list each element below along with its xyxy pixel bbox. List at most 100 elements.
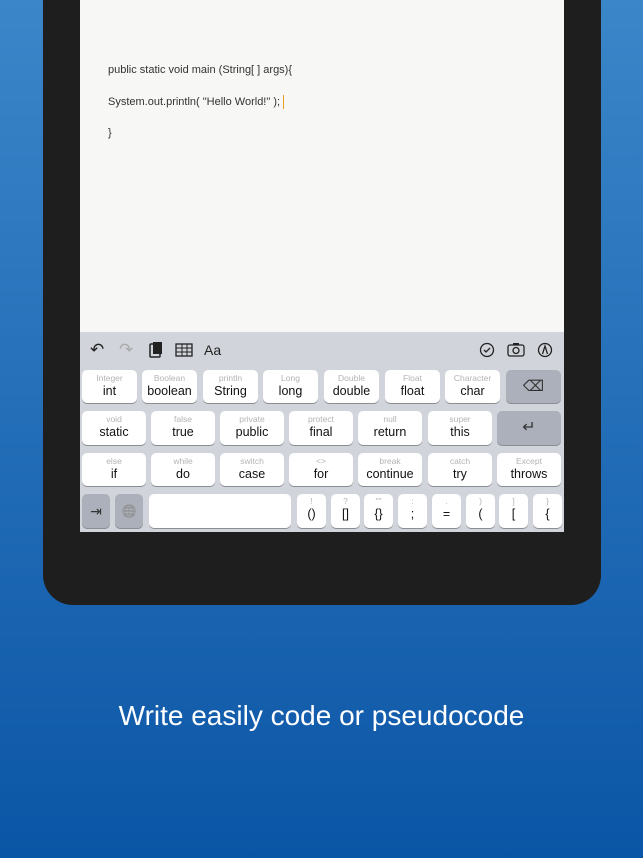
key-secondary-label: protect bbox=[308, 414, 334, 424]
key-keyboard-row2-0-m[interactable]: void static bbox=[82, 411, 146, 445]
key-secondary-label: break bbox=[379, 456, 401, 466]
key-keyboard-row1-0-m[interactable]: Integer int bbox=[82, 370, 137, 403]
key-label: boolean bbox=[147, 384, 192, 398]
key-keyboard-row3-3-m[interactable]: <> for bbox=[289, 453, 353, 486]
key-keyboard-row4-2-m[interactable]: ""{} bbox=[364, 494, 393, 528]
key-secondary-label: while bbox=[173, 456, 193, 466]
key-secondary-label: "" bbox=[375, 496, 382, 506]
key-keyboard-row3-2-m[interactable]: switch case bbox=[220, 453, 284, 486]
key-label: true bbox=[172, 425, 194, 439]
key-keyboard-row4-6-m[interactable]: ][ bbox=[499, 494, 528, 528]
key-secondary-label: <> bbox=[316, 456, 326, 466]
key-label: ( bbox=[478, 507, 483, 521]
key-secondary-label: void bbox=[106, 414, 122, 424]
key-keyboard-row3-6-m[interactable]: Except throws bbox=[497, 453, 561, 486]
code-editor[interactable]: public static void main (String[ ] args)… bbox=[80, 0, 564, 332]
key-keyboard-row4-0-m[interactable]: !() bbox=[297, 494, 326, 528]
key-secondary-label: Character bbox=[453, 373, 492, 383]
key-keyboard-row3-4-m[interactable]: break continue bbox=[358, 453, 422, 486]
key-label: this bbox=[450, 425, 470, 439]
backspace-icon: ⌫ bbox=[522, 378, 545, 395]
redo-icon[interactable]: ↷ bbox=[119, 340, 133, 360]
key-keyboard-row2-1-m[interactable]: false true bbox=[151, 411, 215, 445]
key-label: if bbox=[110, 467, 118, 481]
table-icon[interactable] bbox=[175, 340, 193, 360]
key-label: {} bbox=[374, 507, 383, 521]
key-keyboard-row1-1-m[interactable]: Boolean boolean bbox=[142, 370, 197, 403]
key-secondary-label: Except bbox=[516, 456, 542, 466]
key-label: public bbox=[235, 425, 269, 439]
key-secondary-label: Double bbox=[338, 373, 365, 383]
key-keyboard-row3-0-m[interactable]: else if bbox=[82, 453, 146, 486]
key-secondary-label: println bbox=[218, 373, 243, 383]
font-button[interactable]: Aa bbox=[204, 340, 221, 360]
key-label: static bbox=[99, 425, 129, 439]
key-label: float bbox=[400, 384, 425, 398]
globe-key[interactable]: 🌐 bbox=[115, 494, 143, 528]
camera-icon[interactable] bbox=[507, 340, 525, 360]
key-keyboard-row3-5-m[interactable]: catch try bbox=[428, 453, 492, 486]
key-label: double bbox=[332, 384, 371, 398]
key-secondary-label: super bbox=[449, 414, 471, 424]
caption: Write easily code or pseudocode bbox=[118, 700, 525, 731]
key-label: [] bbox=[342, 507, 349, 521]
key-secondary-label: switch bbox=[240, 456, 264, 466]
checkmark-circle-icon[interactable] bbox=[479, 340, 495, 360]
key-keyboard-row1-4-m[interactable]: Double double bbox=[324, 370, 379, 403]
key-label: case bbox=[238, 467, 266, 481]
key-label: do bbox=[176, 467, 190, 481]
key-label: () bbox=[307, 507, 316, 521]
key-label: String bbox=[214, 384, 247, 398]
key-keyboard-row4-5-m[interactable]: )( bbox=[466, 494, 495, 528]
key-keyboard-row4-4-m[interactable]: . = bbox=[432, 494, 461, 528]
key-secondary-label: : bbox=[411, 496, 414, 506]
markup-pen-icon[interactable] bbox=[537, 340, 553, 360]
key-keyboard-row2-4-m[interactable]: null return bbox=[358, 411, 422, 445]
code-line-text: System.out.println( "Hello World!" ); bbox=[108, 95, 281, 108]
key-secondary-label: Float bbox=[403, 373, 422, 383]
return-icon: ↵ bbox=[522, 419, 536, 436]
key-keyboard-row1-5-m[interactable]: Float float bbox=[385, 370, 440, 403]
tab-icon: ⇥ bbox=[90, 503, 102, 519]
key-secondary-label: catch bbox=[449, 456, 471, 466]
key-label: return bbox=[373, 425, 407, 439]
key-label: ; bbox=[410, 507, 415, 521]
key-secondary-label: ] bbox=[512, 496, 515, 506]
clipboard-icon[interactable] bbox=[148, 340, 164, 360]
key-secondary-label: private bbox=[239, 414, 265, 424]
key-label: throws bbox=[510, 467, 548, 481]
key-secondary-label: . bbox=[445, 496, 448, 506]
key-secondary-label: Long bbox=[281, 373, 300, 383]
key-label: try bbox=[453, 467, 467, 481]
tab-key[interactable]: ⇥ bbox=[82, 494, 110, 528]
key-label: long bbox=[278, 384, 303, 398]
key-keyboard-row2-5-m[interactable]: super this bbox=[428, 411, 492, 445]
key-label: final bbox=[309, 425, 333, 439]
return-key[interactable]: ↵ bbox=[497, 411, 561, 445]
key-label: char bbox=[460, 384, 485, 398]
key-keyboard-row4-3-m[interactable]: :; bbox=[398, 494, 427, 528]
undo-icon[interactable]: ↶ bbox=[90, 340, 104, 360]
code-line: } bbox=[108, 127, 112, 139]
key-keyboard-row4-7-m[interactable]: }{ bbox=[533, 494, 562, 528]
key-secondary-label: } bbox=[546, 496, 549, 506]
key-keyboard-row2-3-m[interactable]: protect final bbox=[289, 411, 353, 445]
key-keyboard-row1-6-m[interactable]: Character char bbox=[445, 370, 500, 403]
key-keyboard-row4-1-m[interactable]: ?[] bbox=[331, 494, 360, 528]
key-keyboard-row1-3-m[interactable]: Long long bbox=[263, 370, 318, 403]
key-secondary-label: Boolean bbox=[153, 373, 186, 383]
key-keyboard-row1-2-m[interactable]: println String bbox=[203, 370, 258, 403]
key-secondary-label: Integer bbox=[96, 373, 123, 383]
key-label: [ bbox=[511, 507, 516, 521]
app-screen: public static void main (String[ ] args)… bbox=[80, 0, 564, 532]
key-keyboard-row3-1-m[interactable]: while do bbox=[151, 453, 215, 486]
key-secondary-label: ) bbox=[479, 496, 482, 506]
backspace-key[interactable]: ⌫ bbox=[506, 370, 561, 403]
space-key[interactable] bbox=[149, 494, 291, 528]
key-label: int bbox=[102, 384, 117, 398]
code-line: public static void main (String[ ] args)… bbox=[108, 64, 293, 76]
key-secondary-label: ? bbox=[343, 496, 348, 506]
key-label: for bbox=[313, 467, 329, 481]
text-cursor bbox=[283, 95, 285, 109]
key-keyboard-row2-2-m[interactable]: private public bbox=[220, 411, 284, 445]
